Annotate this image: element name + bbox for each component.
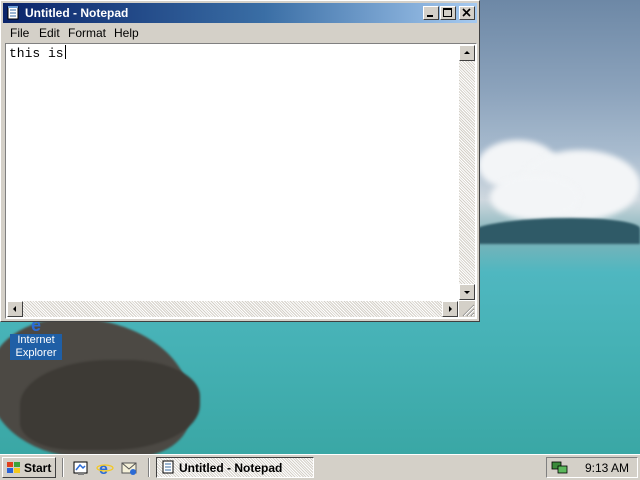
- menu-file[interactable]: File: [10, 26, 29, 40]
- horizontal-scrollbar[interactable]: [7, 301, 458, 317]
- close-button[interactable]: [459, 6, 475, 20]
- network-icon[interactable]: [551, 460, 569, 476]
- notepad-icon: [162, 460, 174, 474]
- maximize-button[interactable]: [440, 6, 456, 20]
- desktop-icon-internet-explorer[interactable]: e Internet Explorer: [10, 316, 62, 361]
- menu-format[interactable]: Format: [68, 26, 106, 40]
- arrow-up-icon: [464, 51, 470, 54]
- resize-grip-icon: [462, 304, 475, 317]
- scroll-right-button[interactable]: [442, 301, 458, 317]
- taskbar-item-notepad[interactable]: Untitled - Notepad: [156, 457, 314, 478]
- arrow-right-icon: [449, 306, 452, 312]
- title-bar[interactable]: Untitled - Notepad: [3, 3, 477, 23]
- show-desktop-icon[interactable]: [72, 459, 90, 477]
- notepad-icon: [7, 6, 19, 20]
- minimize-icon: [427, 15, 433, 17]
- system-tray: 9:13 AM: [546, 457, 638, 478]
- wallpaper-cloud: [490, 175, 580, 220]
- taskbar-separator: [62, 458, 64, 477]
- resize-grip[interactable]: [459, 301, 475, 317]
- scroll-down-button[interactable]: [459, 284, 475, 300]
- menu-help[interactable]: Help: [114, 26, 139, 40]
- document-text[interactable]: this is: [9, 45, 66, 61]
- outlook-express-icon[interactable]: [120, 459, 138, 477]
- maximize-icon: [443, 8, 452, 17]
- clock[interactable]: 9:13 AM: [585, 461, 629, 475]
- desktop-icon-label: Internet Explorer: [10, 334, 62, 360]
- windows-logo-icon: [7, 462, 20, 473]
- minimize-button[interactable]: [423, 6, 439, 20]
- wallpaper-rock: [20, 360, 200, 450]
- start-button[interactable]: Start: [2, 457, 56, 478]
- notepad-window[interactable]: Untitled - Notepad File Edit Format Help…: [0, 0, 480, 322]
- start-label: Start: [24, 461, 52, 475]
- taskbar: Start e Untitled - Notepad 9:13 AM: [0, 454, 640, 480]
- arrow-down-icon: [464, 291, 470, 294]
- menu-edit[interactable]: Edit: [39, 26, 60, 40]
- svg-text:e: e: [99, 461, 108, 477]
- close-icon: [462, 8, 471, 17]
- text-editor[interactable]: this is: [5, 43, 477, 319]
- wallpaper-mountain: [470, 218, 640, 244]
- taskbar-separator: [148, 458, 150, 477]
- taskbar-item-label: Untitled - Notepad: [179, 461, 283, 475]
- window-title: Untitled - Notepad: [25, 6, 129, 20]
- vertical-scrollbar[interactable]: [459, 45, 475, 300]
- scroll-left-button[interactable]: [7, 301, 23, 317]
- scroll-up-button[interactable]: [459, 45, 475, 61]
- internet-explorer-icon[interactable]: e: [96, 459, 114, 477]
- menu-bar: File Edit Format Help: [3, 24, 477, 42]
- arrow-left-icon: [13, 306, 16, 312]
